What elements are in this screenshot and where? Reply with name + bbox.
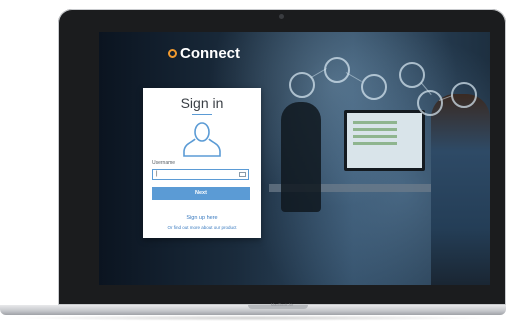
- laptop-shadow: [10, 315, 496, 321]
- background-person-on-phone: [431, 94, 490, 285]
- background-monitor: [344, 110, 425, 171]
- user-avatar-icon: [183, 122, 221, 157]
- learn-more-link[interactable]: Or find out more about our product: [143, 225, 261, 230]
- camera: [279, 14, 284, 19]
- signup-link[interactable]: Sign up here: [143, 215, 261, 221]
- connect-logo-icon: [168, 49, 177, 58]
- network-node-icon: [361, 74, 387, 100]
- background-person: [281, 102, 321, 212]
- signin-title: Sign in: [180, 95, 224, 111]
- mail-icon: [239, 172, 246, 177]
- device-label: MacBook Air: [270, 302, 294, 307]
- username-label: Username: [152, 160, 176, 166]
- network-node-icon: [324, 57, 350, 83]
- network-link: [345, 72, 362, 82]
- network-node-icon: [451, 82, 477, 108]
- brand-name: Connect: [180, 45, 240, 62]
- title-divider: [192, 114, 212, 115]
- signin-card: Sign in Username | Next Sign up here Or …: [143, 88, 261, 238]
- username-input[interactable]: |: [152, 169, 249, 180]
- brand-logo: Connect: [168, 45, 240, 62]
- username-value: |: [156, 171, 158, 177]
- next-button[interactable]: Next: [152, 187, 250, 200]
